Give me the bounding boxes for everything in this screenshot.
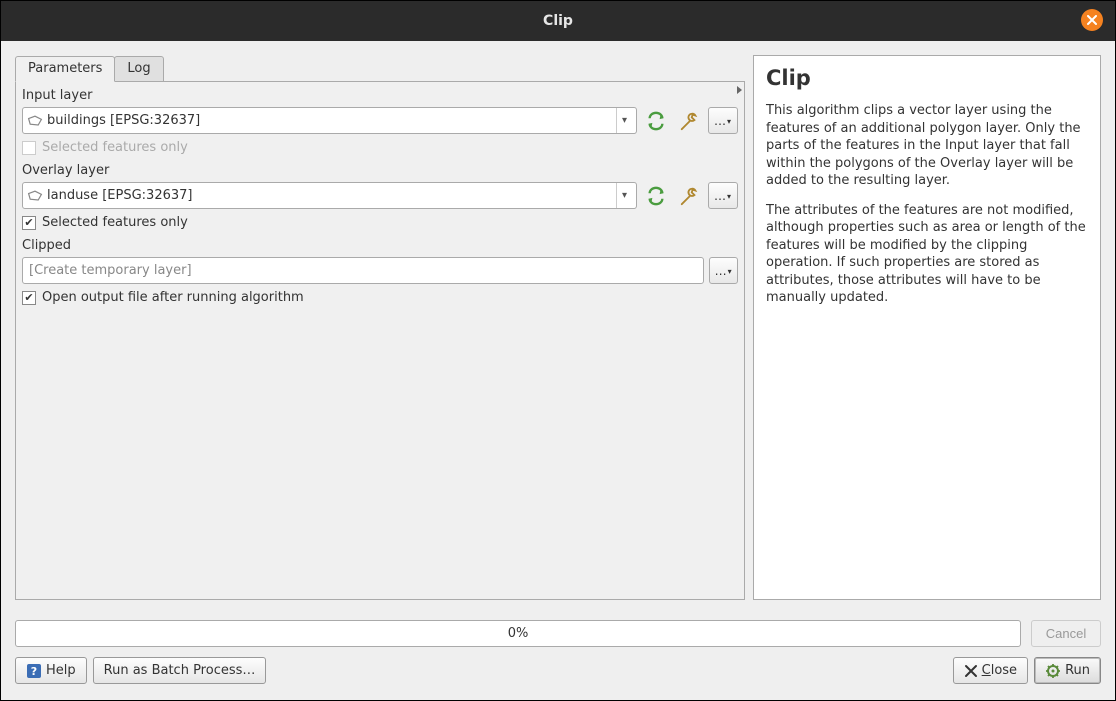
left-panel: Parameters Log Input layer b <box>15 55 745 600</box>
help-button-label: Help <box>46 663 76 678</box>
dialog-window: Clip Parameters Log Input layer <box>0 0 1116 701</box>
cancel-button: Cancel <box>1031 620 1101 647</box>
polygon-layer-icon <box>27 189 43 203</box>
overlay-selected-only-label: Selected features only <box>42 215 188 230</box>
input-layer-iterate-button[interactable] <box>642 107 670 134</box>
input-layer-browse-button[interactable]: …▾ <box>708 107 738 134</box>
input-selected-only-checkbox <box>22 141 36 155</box>
output-label: Clipped <box>22 238 738 253</box>
window-title: Clip <box>543 13 573 29</box>
overlay-layer-advanced-button[interactable] <box>675 182 703 209</box>
overlay-layer-browse-button[interactable]: …▾ <box>708 182 738 209</box>
output-placeholder: [Create temporary layer] <box>29 263 192 278</box>
input-selected-only-row: Selected features only <box>22 140 738 155</box>
overlay-layer-value: landuse [EPSG:32637] <box>47 188 616 203</box>
gear-run-icon <box>1045 663 1061 679</box>
iterate-icon <box>645 186 667 206</box>
help-icon: ? <box>26 663 42 679</box>
ellipsis-icon: …▾ <box>715 264 733 278</box>
close-button[interactable]: Close <box>953 657 1028 684</box>
ellipsis-icon: …▾ <box>714 189 732 203</box>
polygon-layer-icon <box>27 114 43 128</box>
overlay-selected-only-checkbox[interactable]: ✔ <box>22 216 36 230</box>
help-paragraph-1: This algorithm clips a vector layer usin… <box>766 102 1088 190</box>
run-batch-label: Run as Batch Process… <box>104 663 256 678</box>
chevron-down-icon: ▾ <box>616 108 632 133</box>
help-button[interactable]: ? Help <box>15 657 87 684</box>
chevron-down-icon: ▾ <box>616 183 632 208</box>
overlay-layer-combo[interactable]: landuse [EPSG:32637] ▾ <box>22 182 637 209</box>
open-after-row[interactable]: ✔ Open output file after running algorit… <box>22 290 738 305</box>
help-title: Clip <box>766 66 1088 90</box>
run-button-label: Run <box>1065 663 1090 678</box>
overlay-layer-label: Overlay layer <box>22 163 738 178</box>
overlay-layer-iterate-button[interactable] <box>642 182 670 209</box>
collapse-help-handle[interactable] <box>734 84 746 96</box>
help-paragraph-2: The attributes of the features are not m… <box>766 202 1088 307</box>
output-browse-button[interactable]: …▾ <box>709 257 738 284</box>
close-button-label: Close <box>982 663 1017 678</box>
dialog-body: Parameters Log Input layer b <box>1 41 1115 700</box>
run-batch-button[interactable]: Run as Batch Process… <box>93 657 267 684</box>
wrench-icon <box>678 111 700 131</box>
input-layer-value: buildings [EPSG:32637] <box>47 113 616 128</box>
ellipsis-icon: …▾ <box>714 114 732 128</box>
tab-log[interactable]: Log <box>114 56 163 82</box>
chevron-right-icon <box>734 84 746 96</box>
output-path-input[interactable]: [Create temporary layer] <box>22 257 704 284</box>
tab-parameters[interactable]: Parameters <box>15 56 115 82</box>
input-layer-advanced-button[interactable] <box>675 107 703 134</box>
parameters-tab-body: Input layer buildings [EPSG:32637] ▾ <box>15 81 745 600</box>
svg-text:?: ? <box>31 665 37 678</box>
overlay-selected-only-row[interactable]: ✔ Selected features only <box>22 215 738 230</box>
iterate-icon <box>645 111 667 131</box>
input-layer-combo[interactable]: buildings [EPSG:32637] ▾ <box>22 107 637 134</box>
open-after-label: Open output file after running algorithm <box>42 290 304 305</box>
titlebar: Clip <box>1 1 1115 41</box>
close-icon <box>1087 15 1097 25</box>
input-layer-label: Input layer <box>22 88 738 103</box>
help-panel: Clip This algorithm clips a vector layer… <box>753 55 1101 600</box>
window-close-button[interactable] <box>1081 9 1103 31</box>
tab-bar: Parameters Log <box>15 55 745 81</box>
input-selected-only-label: Selected features only <box>42 140 188 155</box>
wrench-icon <box>678 186 700 206</box>
progress-bar: 0% <box>15 620 1021 647</box>
run-button[interactable]: Run <box>1034 657 1101 684</box>
progress-text: 0% <box>508 626 529 641</box>
open-after-checkbox[interactable]: ✔ <box>22 291 36 305</box>
x-icon <box>964 664 978 678</box>
